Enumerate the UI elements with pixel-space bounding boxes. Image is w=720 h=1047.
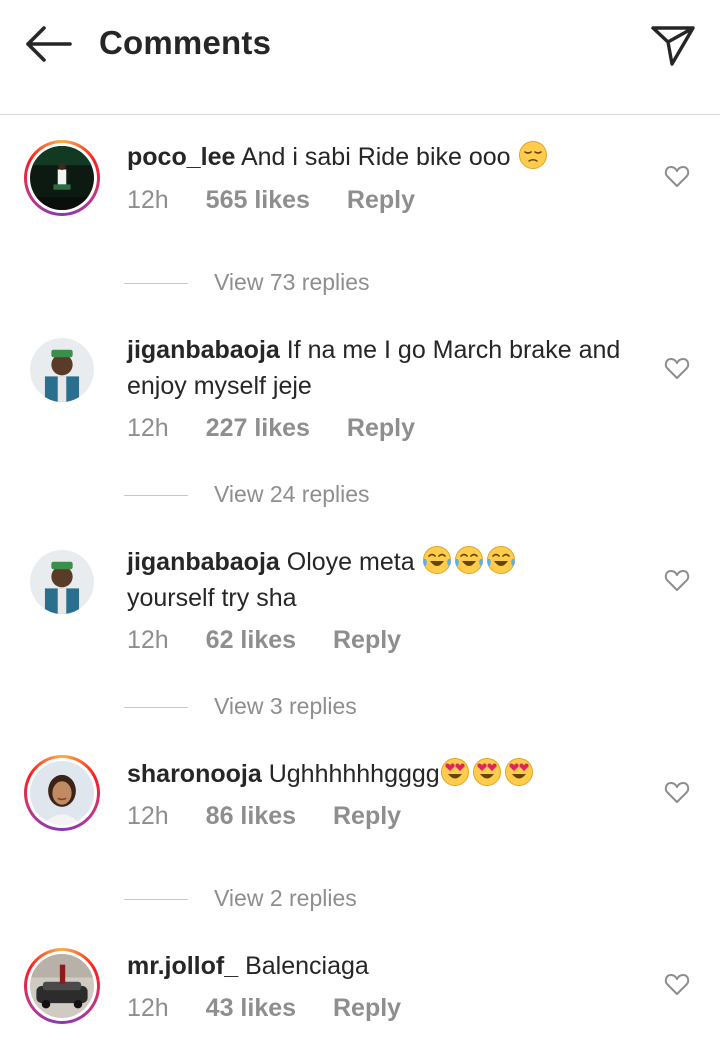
avatar[interactable] bbox=[24, 948, 100, 1024]
view-replies-label[interactable]: View 73 replies bbox=[214, 269, 370, 296]
view-replies-label[interactable]: View 3 replies bbox=[214, 693, 357, 720]
like-button[interactable] bbox=[664, 971, 690, 997]
comment-text: poco_lee And i sabi Ride bike ooo bbox=[127, 139, 637, 175]
heart-icon bbox=[664, 974, 690, 995]
replies-divider bbox=[124, 495, 188, 496]
comment-text: jiganbabaoja If na me I go March brake a… bbox=[127, 332, 637, 404]
username[interactable]: poco_lee bbox=[127, 143, 235, 171]
replies-divider bbox=[124, 283, 188, 284]
avatar[interactable] bbox=[24, 544, 100, 620]
heart-icon bbox=[664, 782, 690, 803]
send-icon bbox=[651, 26, 695, 66]
comment-body: Balenciaga bbox=[245, 952, 369, 980]
comment-body: Ughhhhhhgggg bbox=[268, 760, 440, 788]
heart-icon bbox=[664, 570, 690, 591]
heart-eyes-emoji-icon bbox=[504, 758, 533, 786]
header-bar: Comments bbox=[0, 0, 720, 115]
view-replies-label[interactable]: View 2 replies bbox=[214, 885, 357, 912]
heart-eyes-emoji-icon bbox=[472, 758, 501, 786]
back-arrow-icon bbox=[26, 26, 72, 62]
comment-body-continued: yourself try sha bbox=[127, 584, 297, 612]
like-button[interactable] bbox=[664, 567, 690, 593]
share-button[interactable] bbox=[650, 22, 696, 68]
avatar[interactable] bbox=[24, 140, 100, 216]
comment-text: jiganbabaoja Oloye meta yourself try sha bbox=[127, 544, 637, 616]
page-title: Comments bbox=[99, 24, 272, 61]
timestamp: 12h bbox=[127, 626, 169, 654]
timestamp: 12h bbox=[127, 186, 169, 214]
avatar[interactable] bbox=[24, 332, 100, 408]
reply-button[interactable]: Reply bbox=[333, 802, 401, 830]
replies-divider bbox=[124, 707, 188, 708]
username[interactable]: mr.jollof_ bbox=[127, 952, 238, 980]
comment-meta: 12h 227 likes Reply bbox=[127, 414, 445, 443]
view-replies-label[interactable]: View 24 replies bbox=[214, 481, 370, 508]
heart-eyes-emoji-icon bbox=[440, 758, 469, 786]
timestamp: 12h bbox=[127, 802, 169, 830]
likes-count[interactable]: 43 likes bbox=[206, 994, 296, 1022]
reply-button[interactable]: Reply bbox=[347, 186, 415, 214]
comment-text: mr.jollof_ Balenciaga bbox=[127, 948, 637, 984]
avatar-image bbox=[30, 338, 94, 402]
username[interactable]: jiganbabaoja bbox=[127, 336, 280, 364]
username[interactable]: jiganbabaoja bbox=[127, 548, 280, 576]
back-button[interactable] bbox=[22, 22, 74, 66]
timestamp: 12h bbox=[127, 994, 169, 1022]
replies-divider bbox=[124, 899, 188, 900]
avatar-image bbox=[30, 146, 94, 210]
comment-body: And i sabi Ride bike ooo bbox=[240, 143, 511, 171]
like-button[interactable] bbox=[664, 779, 690, 805]
avatar-image bbox=[30, 550, 94, 614]
reply-button[interactable]: Reply bbox=[347, 414, 415, 442]
likes-count[interactable]: 565 likes bbox=[206, 186, 310, 214]
like-button[interactable] bbox=[664, 355, 690, 381]
tears-of-joy-emoji-icon bbox=[454, 546, 483, 574]
comment-body: Oloye meta bbox=[286, 548, 415, 576]
comment-meta: 12h 62 likes Reply bbox=[127, 626, 431, 655]
reply-button[interactable]: Reply bbox=[333, 994, 401, 1022]
tears-of-joy-emoji-icon bbox=[422, 546, 451, 574]
likes-count[interactable]: 227 likes bbox=[206, 414, 310, 442]
comment-meta: 12h 565 likes Reply bbox=[127, 186, 445, 215]
avatar-image bbox=[30, 954, 94, 1018]
comment-meta: 12h 86 likes Reply bbox=[127, 802, 431, 831]
heart-icon bbox=[664, 166, 690, 187]
likes-count[interactable]: 86 likes bbox=[206, 802, 296, 830]
reply-button[interactable]: Reply bbox=[333, 626, 401, 654]
username[interactable]: sharonooja bbox=[127, 760, 262, 788]
like-button[interactable] bbox=[664, 163, 690, 189]
comment-meta: 12h 43 likes Reply bbox=[127, 994, 431, 1023]
pensive-face-emoji-icon bbox=[518, 141, 547, 169]
tears-of-joy-emoji-icon bbox=[486, 546, 515, 574]
avatar-image bbox=[30, 761, 94, 825]
timestamp: 12h bbox=[127, 414, 169, 442]
avatar[interactable] bbox=[24, 755, 100, 831]
heart-icon bbox=[664, 358, 690, 379]
likes-count[interactable]: 62 likes bbox=[206, 626, 296, 654]
comment-text: sharonooja Ughhhhhhgggg bbox=[127, 756, 637, 792]
